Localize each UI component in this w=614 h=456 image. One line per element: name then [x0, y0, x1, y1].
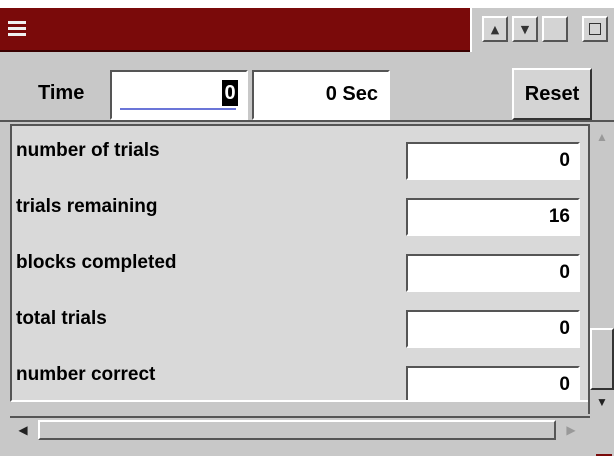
stat-value[interactable]: 0	[406, 254, 580, 292]
vertical-scrollbar[interactable]: ▲ ▼	[588, 124, 614, 414]
toolbar: Time 0 0 Sec Reset	[0, 52, 614, 122]
horizontal-scroll-thumb[interactable]	[38, 420, 556, 440]
app-window: ▲ ▼ Time 0 0 Sec Reset number of trials …	[0, 8, 614, 456]
minimize-icon[interactable]: ▲	[482, 16, 508, 42]
arrow-left-icon[interactable]: ◀	[12, 418, 34, 442]
arrow-down-icon[interactable]: ▼	[590, 392, 614, 412]
stat-row-trials-remaining: trials remaining 16	[12, 182, 588, 238]
input-underline	[120, 108, 236, 110]
arrow-right-icon[interactable]: ▶	[560, 418, 582, 442]
stat-row-number-correct: number correct 0	[12, 350, 588, 400]
window-bottom-border	[0, 444, 614, 456]
restore-icon[interactable]: ▼	[512, 16, 538, 42]
time-value: 0	[222, 80, 238, 106]
small-box-icon[interactable]	[582, 16, 608, 42]
stat-row-number-of-trials: number of trials 0	[12, 126, 588, 182]
title-bar[interactable]: ▲ ▼	[0, 8, 614, 52]
window-controls: ▲ ▼	[470, 8, 614, 52]
seconds-display: 0 Sec	[252, 70, 390, 120]
stat-value[interactable]: 0	[406, 366, 580, 400]
stat-label: blocks completed	[16, 252, 177, 273]
stat-label: total trials	[16, 308, 107, 329]
maximize-icon[interactable]	[542, 16, 568, 42]
stat-label: number correct	[16, 364, 156, 385]
stat-row-blocks-completed: blocks completed 0	[12, 238, 588, 294]
time-input[interactable]: 0	[110, 70, 248, 120]
stat-value[interactable]: 0	[406, 310, 580, 348]
window-menu-icon[interactable]	[6, 18, 28, 40]
stat-label: trials remaining	[16, 196, 158, 217]
horizontal-scrollbar[interactable]: ◀ ▶	[10, 416, 590, 442]
arrow-up-icon[interactable]: ▲	[590, 126, 614, 148]
stats-panel: number of trials 0 trials remaining 16 b…	[10, 124, 590, 402]
stat-label: number of trials	[16, 140, 160, 161]
stat-value[interactable]: 16	[406, 198, 580, 236]
time-label: Time	[38, 82, 85, 104]
vertical-scroll-thumb[interactable]	[590, 328, 614, 390]
reset-button[interactable]: Reset	[512, 68, 592, 120]
stat-row-total-trials: total trials 0	[12, 294, 588, 350]
stat-value[interactable]: 0	[406, 142, 580, 180]
